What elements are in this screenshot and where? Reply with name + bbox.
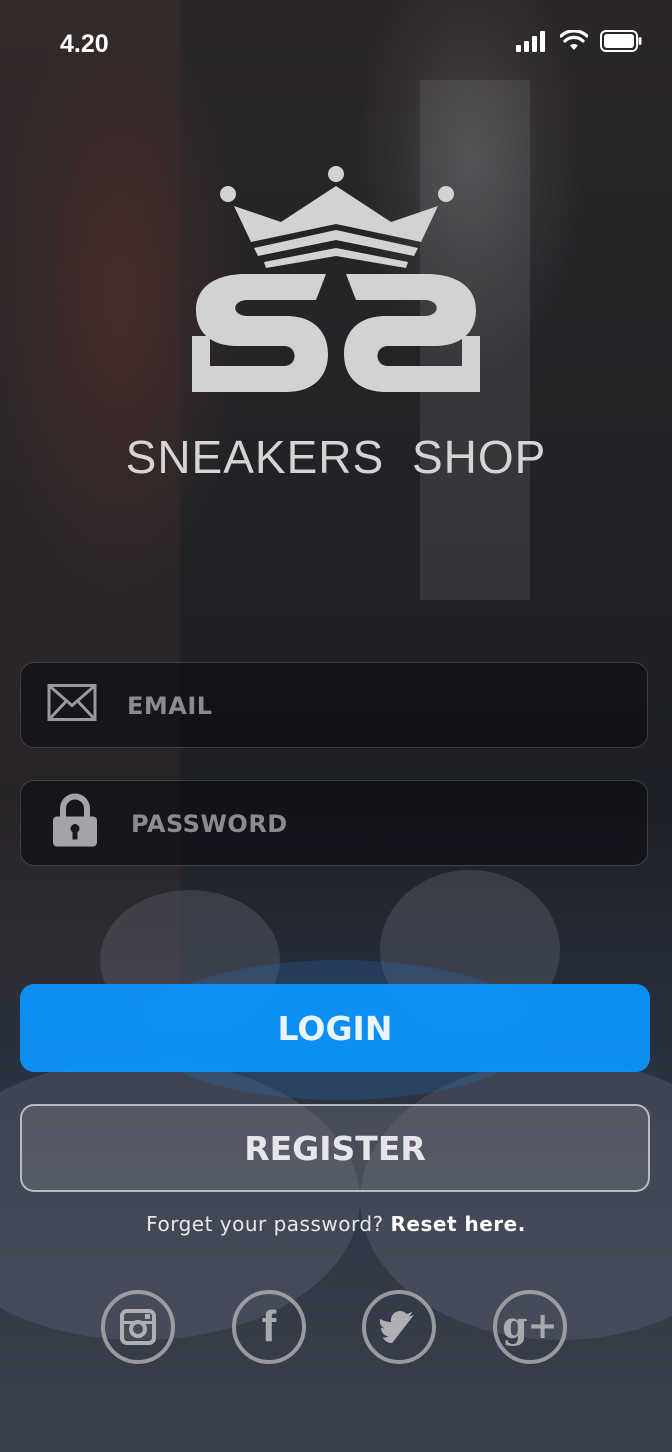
envelope-icon	[47, 684, 97, 727]
battery-icon	[600, 30, 642, 52]
lock-icon	[51, 793, 99, 854]
brand-name: SNEAKERS SHOP	[125, 431, 547, 483]
password-field[interactable]	[20, 780, 648, 867]
crown-icon	[220, 166, 454, 268]
twitter-icon	[380, 1311, 415, 1343]
facebook-icon: f	[261, 1302, 277, 1351]
status-bar: 4.20	[0, 0, 672, 90]
instagram-button[interactable]	[101, 1290, 175, 1364]
forgot-password-prompt: Forget your password?	[146, 1212, 384, 1236]
email-field[interactable]	[20, 662, 648, 749]
reset-password-link[interactable]: Reset here.	[391, 1212, 526, 1236]
status-time: 4.20	[60, 30, 109, 58]
wifi-icon	[560, 30, 588, 50]
instagram-icon	[120, 1309, 156, 1345]
login-screen: 4.20 SNEAKERS SHOP EMAIL LOGIN REGISTER …	[0, 0, 672, 1452]
brand-logo	[192, 166, 480, 392]
google-plus-button[interactable]: g+	[493, 1290, 567, 1364]
register-button[interactable]: REGISTER	[20, 1104, 650, 1192]
status-icons	[516, 30, 642, 52]
signal-icon	[516, 31, 545, 52]
twitter-button[interactable]	[362, 1290, 436, 1364]
google-plus-icon: g+	[502, 1305, 558, 1347]
password-input[interactable]	[129, 781, 633, 867]
facebook-button[interactable]: f	[232, 1290, 306, 1364]
email-input[interactable]	[125, 663, 629, 749]
login-button[interactable]: LOGIN	[20, 984, 650, 1072]
forgot-password-text: Forget your password? Reset here.	[0, 1212, 672, 1236]
